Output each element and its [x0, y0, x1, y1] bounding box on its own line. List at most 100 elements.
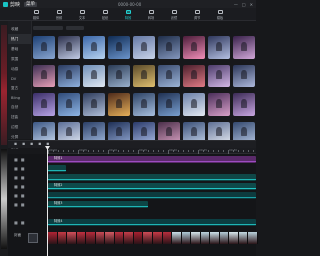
lock-icon[interactable]: ■ [14, 202, 18, 207]
effect-thumbnail[interactable] [133, 93, 155, 116]
visibility-icon[interactable]: ■ [21, 175, 25, 180]
category-item[interactable]: 复古 [8, 83, 31, 93]
lock-icon[interactable]: ■ [14, 157, 18, 162]
tool-audio[interactable]: 音频 [51, 10, 68, 20]
effect-clip[interactable]: 特效3 [48, 201, 148, 208]
close-button[interactable]: ✕ [250, 2, 253, 7]
effect-thumbnail[interactable] [233, 36, 255, 59]
category-item[interactable]: 基础 [8, 44, 31, 54]
tool-text[interactable]: 文本 [74, 10, 91, 20]
effect-thumbnail[interactable] [233, 64, 255, 87]
effect-thumbnail[interactable] [58, 64, 80, 87]
lock-icon[interactable]: ■ [14, 184, 18, 189]
figure-silhouette [165, 127, 173, 137]
effect-thumbnail[interactable] [183, 93, 205, 116]
effect-thumbnail[interactable] [183, 36, 205, 59]
effect-thumbnail[interactable] [33, 93, 55, 116]
lock-icon[interactable]: ■ [14, 175, 18, 180]
effect-thumbnail[interactable] [133, 36, 155, 59]
minimize-button[interactable]: — [234, 2, 238, 7]
effect-thumbnail[interactable] [133, 64, 155, 87]
lock-icon[interactable]: ■ [14, 220, 18, 225]
effect-thumbnail[interactable] [158, 93, 180, 116]
effect-clip[interactable] [48, 174, 256, 181]
figure-silhouette [140, 127, 148, 137]
effect-thumbnail[interactable] [33, 36, 55, 59]
tool-template[interactable]: 模板 [212, 10, 229, 20]
tool-filter[interactable]: 滤镜 [166, 10, 183, 20]
ruler-tick [93, 150, 94, 152]
video-frame [162, 232, 173, 244]
delete-icon[interactable]: ▪ [38, 142, 41, 147]
effect-thumbnail[interactable] [208, 36, 230, 59]
effect-thumbnail[interactable] [183, 64, 205, 87]
effect-thumbnail[interactable] [58, 36, 80, 59]
effect-thumbnail[interactable] [158, 64, 180, 87]
video-frame [114, 232, 125, 244]
video-track-label: 封面 [14, 233, 22, 237]
category-item[interactable]: 边框 [8, 122, 31, 132]
tool-transition[interactable]: 转场 [143, 10, 160, 20]
effect-thumbnail[interactable] [208, 64, 230, 87]
effect-thumbnail[interactable] [108, 36, 130, 59]
visibility-icon[interactable]: ■ [21, 166, 25, 171]
effect-clip[interactable]: 特效4 [48, 219, 256, 226]
video-frame [219, 232, 230, 244]
maximize-button[interactable]: □ [242, 2, 246, 7]
header-tab[interactable] [66, 25, 84, 30]
effect-thumbnail[interactable] [83, 93, 105, 116]
tool-adjust[interactable]: 调节 [189, 10, 206, 20]
effect-clip[interactable]: 特效1 [48, 156, 256, 163]
effect-thumbnail[interactable] [158, 36, 180, 59]
video-frame [200, 232, 211, 244]
effect-clip[interactable]: 特效2 [48, 183, 256, 190]
effect-clip[interactable] [48, 192, 256, 199]
lock-icon[interactable]: ■ [14, 193, 18, 198]
visibility-icon[interactable]: ■ [21, 193, 25, 198]
category-item[interactable]: 收藏 [8, 24, 31, 34]
figure-silhouette [240, 70, 248, 80]
ruler-tick [158, 150, 159, 152]
category-item[interactable]: 氛围 [8, 54, 31, 64]
split-icon[interactable]: ▪ [30, 142, 33, 147]
category-item[interactable]: 扭曲 [8, 112, 31, 122]
category-item[interactable]: DV [8, 74, 31, 83]
visibility-icon[interactable]: ■ [21, 184, 25, 189]
category-item[interactable]: Bling [8, 93, 31, 102]
clip-underline [48, 224, 256, 225]
effect-thumbnail[interactable] [83, 36, 105, 59]
effect-clip[interactable] [48, 165, 66, 172]
playhead[interactable] [47, 146, 48, 256]
tool-effects[interactable]: 特效 [120, 10, 137, 20]
visibility-icon[interactable]: ■ [21, 220, 25, 225]
effect-thumbnail[interactable] [208, 93, 230, 116]
category-item[interactable]: 自然 [8, 102, 31, 112]
visibility-icon[interactable]: ■ [21, 157, 25, 162]
effect-thumbnail[interactable] [33, 64, 55, 87]
effect-thumbnail[interactable] [108, 64, 130, 87]
video-clip[interactable] [48, 232, 259, 244]
ruler-tick [178, 150, 179, 152]
ruler-tick [133, 150, 134, 152]
ruler-tick [103, 150, 104, 152]
header-tab[interactable] [33, 25, 63, 30]
lock-icon[interactable]: ■ [14, 166, 18, 171]
cover-thumbnail[interactable] [28, 233, 38, 243]
category-item[interactable]: 动感 [8, 64, 31, 74]
effect-thumbnail[interactable] [233, 93, 255, 116]
ruler-tick [188, 150, 189, 152]
figure-silhouette [90, 98, 98, 108]
effect-thumbnail[interactable] [108, 93, 130, 116]
ruler-tick [123, 150, 124, 152]
category-item[interactable]: 热门 [8, 34, 31, 44]
visibility-icon[interactable]: ■ [21, 202, 25, 207]
tool-sticker[interactable]: 贴纸 [97, 10, 114, 20]
tool-media[interactable]: 媒体 [28, 10, 45, 20]
timeline-toolbar: ▪ ▪ ▪ ▪ ▪ [8, 140, 256, 148]
menu-button[interactable]: 菜单 [24, 1, 38, 7]
redo-icon[interactable]: ▪ [22, 142, 25, 147]
effect-thumbnail[interactable] [83, 64, 105, 87]
figure-silhouette [40, 70, 48, 80]
effect-thumbnail[interactable] [58, 93, 80, 116]
undo-icon[interactable]: ▪ [14, 142, 17, 147]
